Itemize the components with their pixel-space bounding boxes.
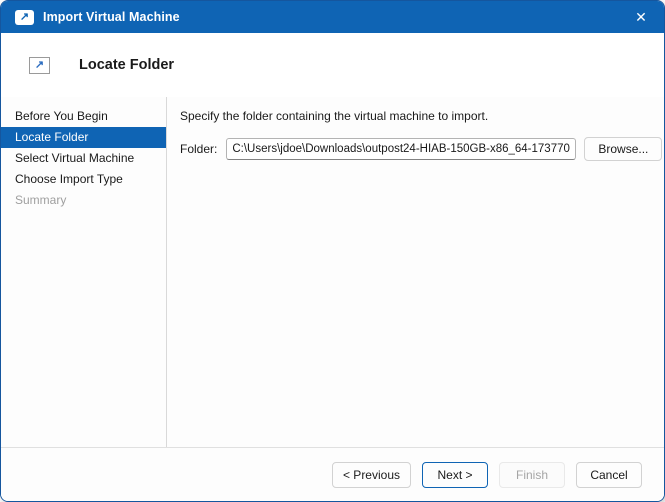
sidebar-item-before-you-begin[interactable]: Before You Begin [1, 106, 166, 127]
finish-button: Finish [499, 462, 565, 488]
title-bar: ↗ Import Virtual Machine ✕ [1, 1, 664, 33]
close-icon: ✕ [635, 9, 647, 26]
folder-path-input[interactable] [226, 138, 576, 160]
folder-row: Folder: Browse... [180, 137, 662, 161]
wizard-body: Before You Begin Locate Folder Select Vi… [1, 97, 664, 447]
wizard-import-arrow-icon: ↗ [29, 57, 50, 74]
page-title: Locate Folder [79, 57, 174, 73]
sidebar-item-choose-import-type[interactable]: Choose Import Type [1, 169, 166, 190]
folder-label: Folder: [180, 142, 217, 156]
sidebar-item-locate-folder[interactable]: Locate Folder [1, 127, 166, 148]
wizard-steps-sidebar: Before You Begin Locate Folder Select Vi… [1, 97, 167, 447]
app-import-arrow-icon: ↗ [15, 10, 34, 25]
main-content: Specify the folder containing the virtua… [167, 97, 665, 447]
close-button[interactable]: ✕ [618, 1, 664, 33]
cancel-button[interactable]: Cancel [576, 462, 642, 488]
sidebar-item-select-virtual-machine[interactable]: Select Virtual Machine [1, 148, 166, 169]
browse-button[interactable]: Browse... [584, 137, 662, 161]
sidebar-item-summary: Summary [1, 190, 166, 211]
instruction-text: Specify the folder containing the virtua… [180, 109, 662, 123]
window-title: Import Virtual Machine [43, 10, 180, 24]
footer-button-bar: < Previous Next > Finish Cancel [1, 447, 664, 501]
wizard-header: ↗ Locate Folder [1, 33, 664, 97]
import-vm-wizard-window: ↗ Import Virtual Machine ✕ ↗ Locate Fold… [0, 0, 665, 502]
previous-button[interactable]: < Previous [332, 462, 411, 488]
next-button[interactable]: Next > [422, 462, 488, 488]
